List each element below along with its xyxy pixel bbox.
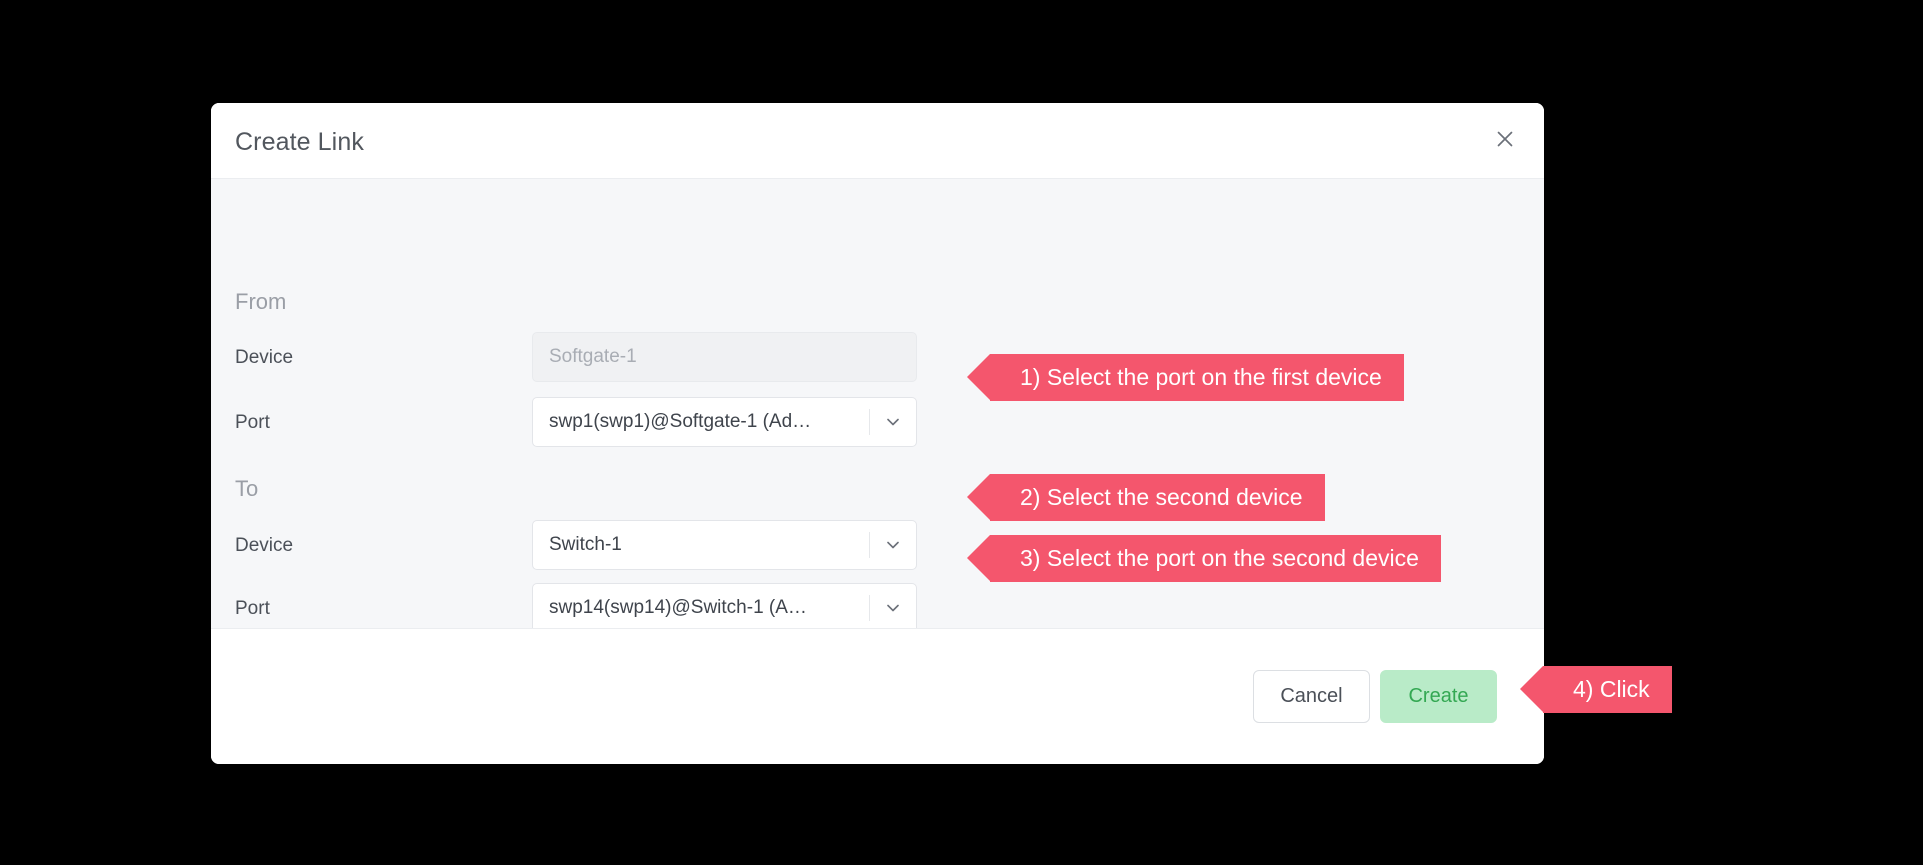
section-heading-to: To [235,476,258,502]
chevron-down-icon[interactable] [870,599,916,617]
chevron-down-icon[interactable] [870,413,916,431]
from-port-label: Port [235,412,270,434]
to-device-select[interactable]: Switch-1 [532,520,917,570]
to-device-label: Device [235,535,293,557]
to-device-value: Switch-1 [533,534,869,556]
annotation-callout-4-text: 4) Click [1543,678,1672,701]
annotation-callout-3-text: 3) Select the port on the second device [990,547,1441,570]
create-link-dialog: Create Link From Device Softgate-1 Port … [211,103,1544,764]
chevron-down-icon[interactable] [870,536,916,554]
annotation-callout-1-text: 1) Select the port on the first device [990,366,1404,389]
close-icon[interactable] [1490,124,1520,154]
dialog-header: Create Link [211,103,1544,179]
annotation-callout-4: 4) Click [1543,666,1672,713]
page-title: Create Link [235,128,364,157]
to-port-value: swp14(swp14)@Switch-1 (A… [533,597,869,619]
from-port-select[interactable]: swp1(swp1)@Softgate-1 (Ad… [532,397,917,447]
annotation-callout-2: 2) Select the second device [990,474,1325,521]
dialog-footer: Cancel Create [211,628,1544,764]
cancel-button[interactable]: Cancel [1253,670,1370,723]
from-device-field: Softgate-1 [532,332,917,382]
create-button[interactable]: Create [1380,670,1497,723]
section-heading-from: From [235,289,286,315]
to-port-label: Port [235,598,270,620]
from-port-value: swp1(swp1)@Softgate-1 (Ad… [533,411,869,433]
from-device-label: Device [235,347,293,369]
annotation-callout-3: 3) Select the port on the second device [990,535,1441,582]
annotation-callout-1: 1) Select the port on the first device [990,354,1404,401]
to-port-select[interactable]: swp14(swp14)@Switch-1 (A… [532,583,917,628]
from-device-value: Softgate-1 [533,346,916,368]
annotation-callout-2-text: 2) Select the second device [990,486,1325,509]
